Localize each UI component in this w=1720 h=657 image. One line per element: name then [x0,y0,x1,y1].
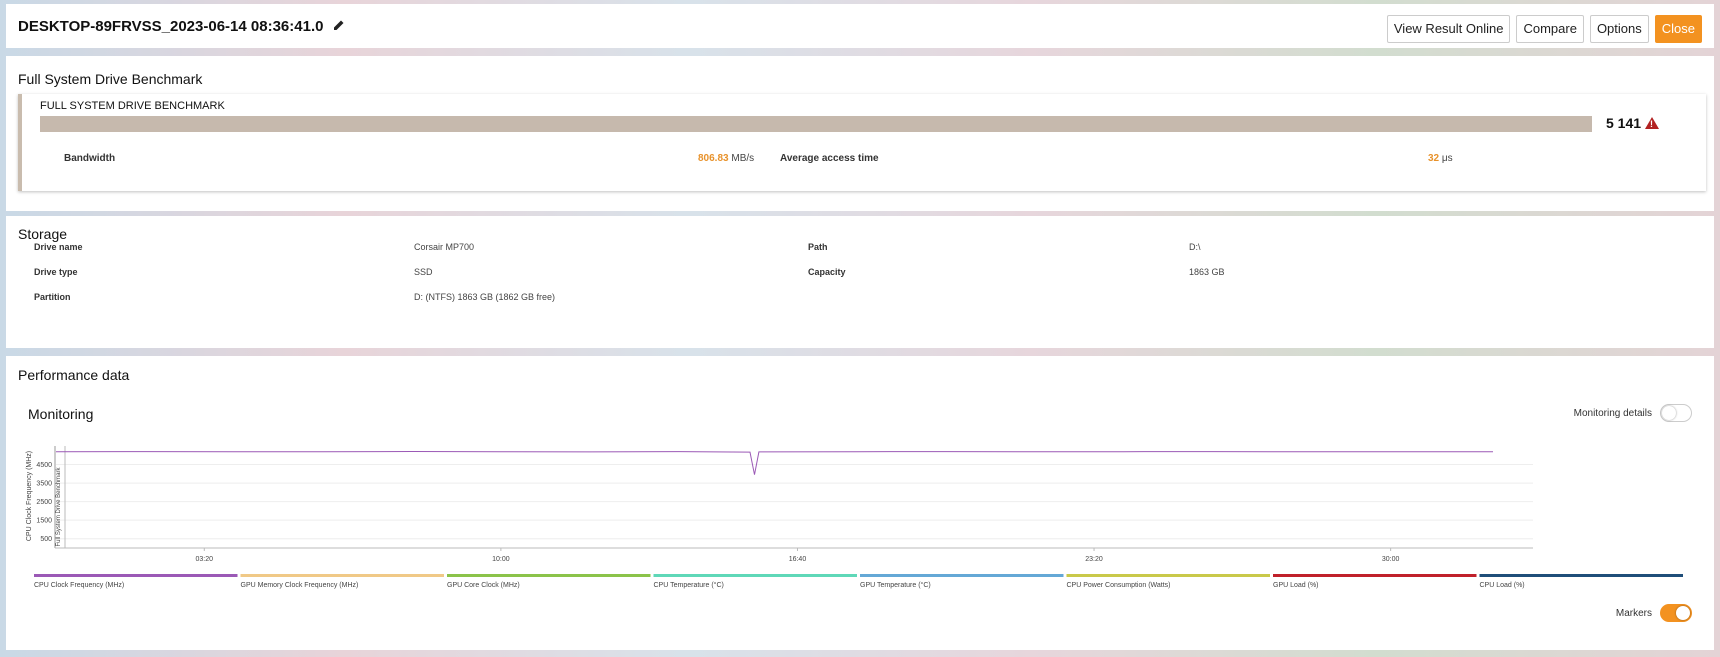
legend-label: GPU Load (%) [1273,582,1319,589]
benchmark-score-bar [40,116,1592,132]
chart-x-tick-label: 23:20 [1085,556,1103,563]
monitoring-details-toggle[interactable] [1660,404,1692,422]
result-title: DESKTOP-89FRVSS_2023-06-14 08:36:41.0 [18,18,345,35]
partition-label: Partition [34,292,71,302]
storage-section: Storage Drive name Corsair MP700 Path D:… [6,216,1714,348]
capacity-value: 1863 GB [1189,267,1225,277]
benchmark-section-title: Full System Drive Benchmark [18,71,203,87]
legend-swatch[interactable] [34,574,238,577]
partition-value: D: (NTFS) 1863 GB (1862 GB free) [414,292,556,302]
access-time-number: 32 [1428,153,1440,164]
bandwidth-unit: MB/s [731,153,755,164]
drive-name-value: Corsair MP700 [414,242,475,252]
markers-label: Markers [1615,607,1652,619]
access-time-value: 32 μs [1428,153,1453,164]
access-time-unit: μs [1441,153,1453,164]
benchmark-section: Full System Drive Benchmark FULL SYSTEM … [6,56,1714,211]
path-label: Path [808,242,828,252]
legend-swatch[interactable] [1479,574,1684,577]
monitoring-chart: 500 1500 2500 3500 4500 03:20 10:00 16:40 23:20… [26,446,1684,589]
chart-y-tick-label: 4500 [36,462,52,469]
chart-marker-label: Full System Drive Benchmark [56,466,62,546]
legend-label: GPU Memory Clock Frequency (MHz) [241,582,359,589]
legend-label: CPU Power Consumption (Watts) [1067,582,1171,589]
legend-label: CPU Temperature (°C) [654,581,724,589]
chart-y-tick-label: 3500 [36,481,52,488]
monitoring-title: Monitoring [28,406,94,422]
warning-icon[interactable]: ! [1645,117,1660,129]
benchmark-name: FULL SYSTEM DRIVE BENCHMARK [40,100,225,112]
bandwidth-value: 806.83 MB/s [698,153,754,164]
access-time-label: Average access time [780,153,879,164]
legend-label: GPU Temperature (°C) [860,581,931,589]
chart-y-tick-label: 2500 [36,499,52,506]
monitoring-details-control[interactable]: Monitoring details [1574,404,1692,422]
result-title-text: DESKTOP-89FRVSS_2023-06-14 08:36:41.0 [18,18,324,35]
legend-swatch[interactable] [653,574,858,577]
benchmark-score-value: 5 141 [1606,115,1642,131]
view-result-online-button[interactable]: View Result Online [1386,15,1511,43]
legend-swatch[interactable] [1273,574,1477,577]
options-button[interactable]: Options [1589,15,1649,43]
bandwidth-number: 806.83 [698,153,729,164]
chart-x-tick-label: 30:00 [1382,556,1400,563]
chart-y-tick-label: 1500 [36,518,52,525]
bandwidth-label: Bandwidth [64,153,116,164]
capacity-label: Capacity [808,267,846,277]
legend-swatch[interactable] [447,574,651,577]
markers-toggle[interactable] [1660,604,1692,622]
benchmark-card: FULL SYSTEM DRIVE BENCHMARK 5 141 ! Band… [18,94,1706,191]
chart-x-tick-label: 16:40 [789,556,807,563]
legend-swatch[interactable] [1066,574,1271,577]
chart-y-tick-label: 500 [40,536,52,543]
drive-type-value: SSD [414,267,433,277]
legend-label: CPU Load (%) [1480,582,1525,589]
performance-section-title: Performance data [18,367,130,383]
legend-swatch[interactable] [240,574,445,577]
compare-button[interactable]: Compare [1516,15,1584,43]
header-bar: DESKTOP-89FRVSS_2023-06-14 08:36:41.0 Vi… [6,4,1714,48]
chart-x-tick-label: 03:20 [196,556,214,563]
close-button[interactable]: Close [1654,15,1702,43]
drive-type-label: Drive type [34,267,78,277]
chart-y-axis-label: CPU Clock Frequency (MHz) [26,451,33,541]
benchmark-score: 5 141 ! [1606,115,1660,131]
markers-control[interactable]: Markers [1616,604,1692,622]
legend-swatch[interactable] [860,574,1064,577]
legend-label: GPU Core Clock (MHz) [447,582,520,589]
performance-section: Performance data Monitoring Monitoring d… [6,356,1714,650]
chart-x-tick-label: 10:00 [492,556,510,563]
storage-section-title: Storage [18,226,68,242]
monitoring-details-label: Monitoring details [1573,407,1652,419]
path-value: D:\ [1189,242,1201,252]
drive-name-label: Drive name [34,242,83,252]
legend-label: CPU Clock Frequency (MHz) [34,582,124,589]
chart-series-line [55,450,1494,475]
edit-icon[interactable] [333,18,345,35]
